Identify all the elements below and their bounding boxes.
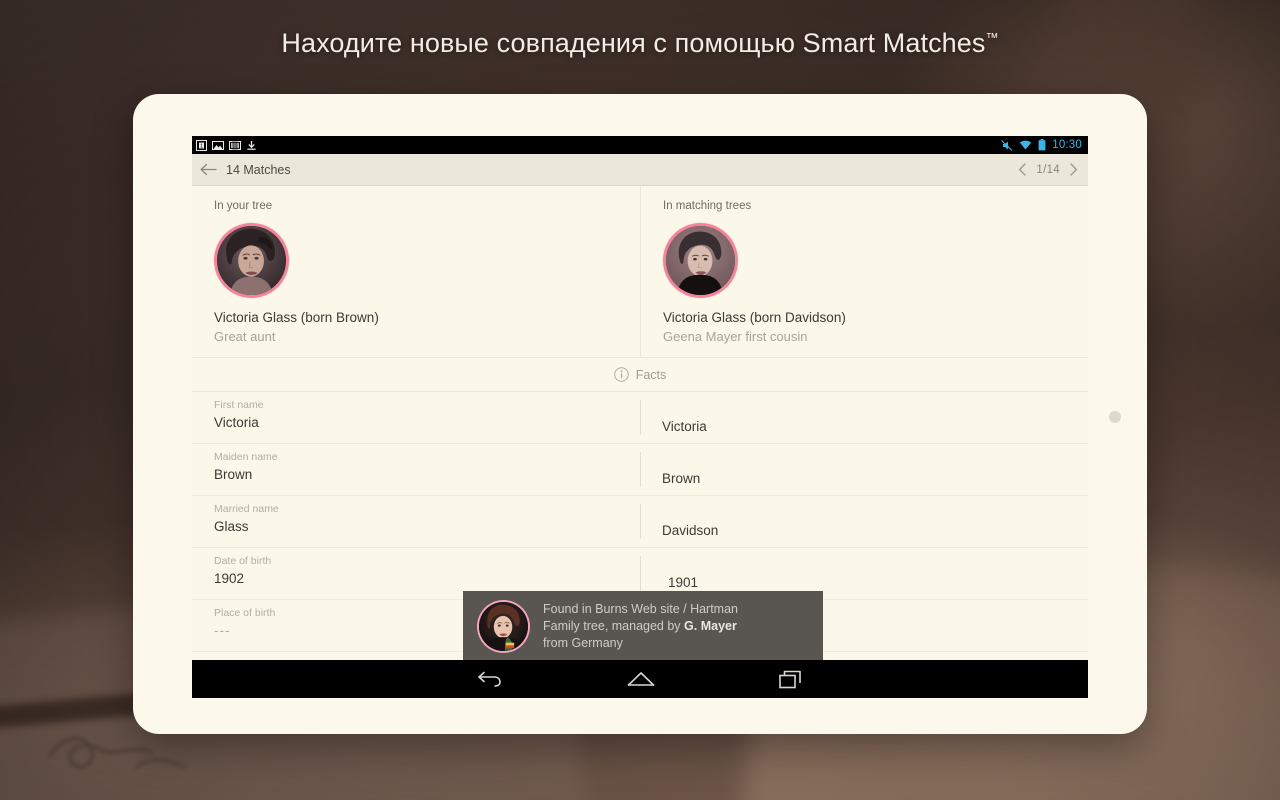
android-nav-bar xyxy=(192,660,1088,698)
toast-line-1: Found in Burns Web site / Hartman xyxy=(543,601,738,616)
avatar[interactable] xyxy=(217,226,286,295)
person-comparison-row: In your tree Victoria Glass (born Brown)… xyxy=(192,186,1088,358)
toast-message: Found in Burns Web site / Hartman Family… xyxy=(543,601,738,652)
tablet-screen: 1 10:30 14 Matches 1/14 In your tree Vic… xyxy=(192,136,1088,698)
wifi-icon xyxy=(1020,140,1032,149)
person-right-avatar-ring xyxy=(663,223,738,298)
pager-label: 1/14 xyxy=(1036,163,1060,176)
person-left-avatar-ring xyxy=(214,223,289,298)
fact-value-left: 1902 xyxy=(214,571,245,586)
fact-value-left: Victoria xyxy=(214,415,259,430)
match-pager: 1/14 xyxy=(1018,163,1078,176)
fact-label: Date of birth xyxy=(214,555,272,567)
fact-cell-left: Maiden name Brown xyxy=(192,444,640,495)
person-card-right[interactable]: In matching trees Victoria Glass (born D… xyxy=(640,186,1088,357)
back-arrow-icon[interactable] xyxy=(200,163,217,176)
toast-notification: Found in Burns Web site / Hartman Family… xyxy=(463,591,823,661)
tablet-camera-dot xyxy=(1109,411,1121,423)
avatar[interactable] xyxy=(666,226,735,295)
person-right-kicker: In matching trees xyxy=(663,200,752,212)
person-right-relation: Geena Mayer first cousin xyxy=(663,329,808,344)
film-icon xyxy=(229,140,241,150)
toast-manager-name: G. Mayer xyxy=(684,618,737,633)
status-bar-clock: 10:30 xyxy=(1052,139,1082,151)
fact-cell-right: Davidson xyxy=(640,496,1088,547)
mute-icon xyxy=(1001,139,1013,151)
toast-line-2-prefix: Family tree, managed by xyxy=(543,618,685,633)
facts-section-header[interactable]: Facts xyxy=(192,358,1088,392)
person-card-left[interactable]: In your tree Victoria Glass (born Brown)… xyxy=(192,186,640,357)
app-bar-title: 14 Matches xyxy=(226,162,291,177)
headline-text: Находите новые совпадения с помощью Smar… xyxy=(281,28,986,58)
android-status-bar: 1 10:30 xyxy=(192,136,1088,154)
notification-badge-icon: 1 xyxy=(196,139,207,151)
toast-avatar-ring xyxy=(477,599,530,653)
download-icon xyxy=(247,140,256,150)
fact-value-right: Victoria xyxy=(662,419,707,434)
fact-row: Married name Glass Davidson xyxy=(192,496,1088,548)
toast-avatar xyxy=(479,601,528,651)
facts-label: Facts xyxy=(635,367,667,382)
headline-trademark: ™ xyxy=(985,30,999,45)
fact-value-right: Davidson xyxy=(662,523,719,538)
status-bar-notification-icons: 1 xyxy=(196,139,1001,151)
fact-cell-left: Married name Glass xyxy=(192,496,640,547)
battery-icon xyxy=(1038,139,1046,151)
chevron-left-icon[interactable] xyxy=(1018,163,1027,176)
person-left-relation: Great aunt xyxy=(214,329,276,344)
person-left-name: Victoria Glass (born Brown) xyxy=(214,310,379,325)
fact-row: Maiden name Brown Brown xyxy=(192,444,1088,496)
fact-row: First name Victoria Victoria xyxy=(192,392,1088,444)
person-left-kicker: In your tree xyxy=(214,200,273,212)
nav-recents-icon[interactable] xyxy=(779,670,803,689)
svg-text:1: 1 xyxy=(200,143,203,149)
fact-value-right: Brown xyxy=(662,471,701,486)
chevron-right-icon[interactable] xyxy=(1069,163,1078,176)
toast-avatar-portrait xyxy=(479,601,528,651)
person-right-name: Victoria Glass (born Davidson) xyxy=(663,310,846,325)
app-bar: 14 Matches 1/14 xyxy=(192,154,1088,186)
toast-line-3: from Germany xyxy=(543,635,623,650)
fact-label: First name xyxy=(214,399,264,411)
nav-back-icon[interactable] xyxy=(477,669,503,689)
fact-cell-left: First name Victoria xyxy=(192,392,640,443)
avatar-portrait-left xyxy=(217,226,286,295)
fact-value-left: Glass xyxy=(214,519,249,534)
fact-label: Maiden name xyxy=(214,451,278,463)
status-bar-system-icons: 10:30 xyxy=(1001,139,1082,151)
fact-value-right: 1901 xyxy=(668,575,699,590)
fact-label: Married name xyxy=(214,503,279,515)
toast-line-2: Family tree, managed by G. Mayer xyxy=(543,618,738,635)
info-icon xyxy=(613,367,629,382)
fact-value-left: Brown xyxy=(214,467,253,482)
avatar-portrait-right xyxy=(666,226,735,295)
fact-cell-right: Brown xyxy=(640,444,1088,495)
photo-icon xyxy=(212,140,224,150)
page-headline: Находите новые совпадения с помощью Smar… xyxy=(0,28,1280,59)
nav-home-icon[interactable] xyxy=(627,670,655,688)
fact-cell-right: Victoria xyxy=(640,392,1088,443)
